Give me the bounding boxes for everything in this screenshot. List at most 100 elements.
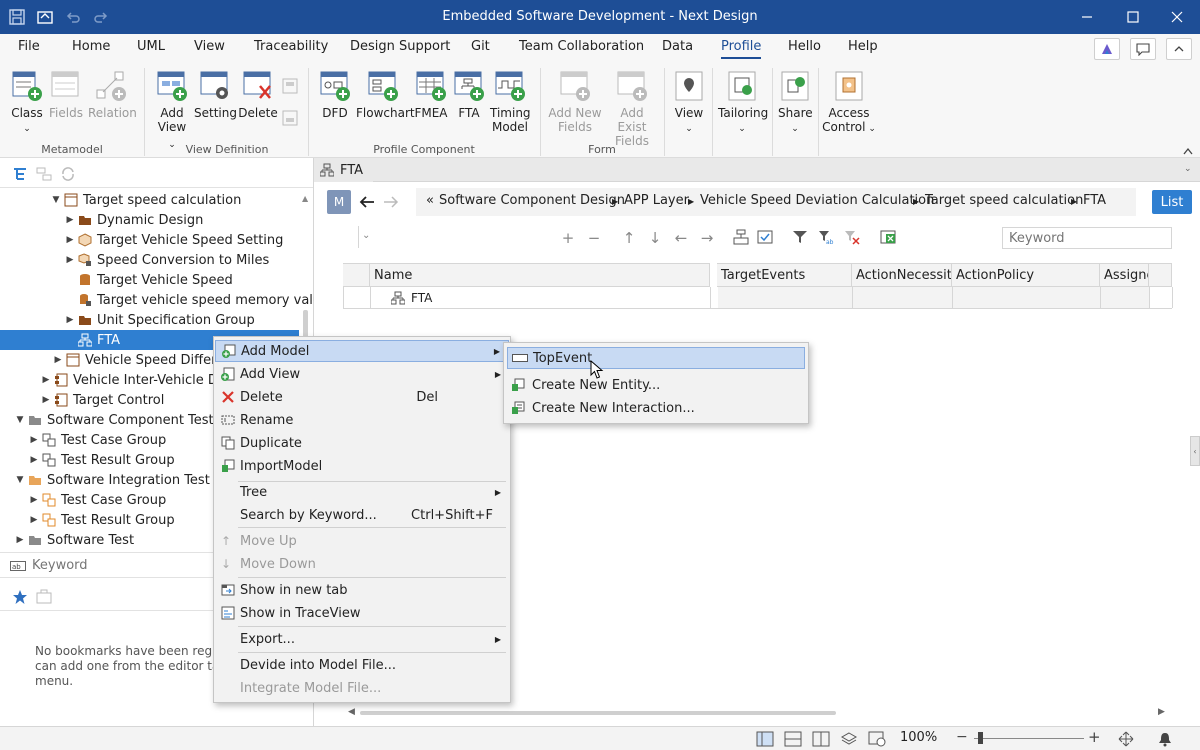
chevron-right-icon[interactable]: ▶ [64,315,76,325]
add-new-fields-button[interactable]: Add New Fields [548,70,602,134]
tree-item[interactable]: Target Vehicle Speed [76,270,233,290]
class-button[interactable]: Class ⌄ [9,70,45,136]
list-button[interactable]: List [1152,190,1192,214]
menu-item-search-by-keyword[interactable]: Search by Keyword... Ctrl+Shift+F [215,504,509,526]
scroll-right-icon[interactable]: ▶ [1158,707,1165,717]
menu-home[interactable]: Home [72,39,110,54]
menu-item-show-in-new-tab[interactable]: Show in new tab [215,579,509,601]
chevron-right-icon[interactable]: ▶ [40,375,52,385]
layout-vertical-icon[interactable] [812,731,830,747]
chevron-right-icon[interactable]: ▶ [28,455,40,465]
zoom-out-icon[interactable]: − [956,729,968,745]
menu-help[interactable]: Help [848,39,878,54]
grid-check-icon[interactable] [757,229,775,247]
breadcrumb-item[interactable]: Target speed calculation [925,193,1083,208]
tree-item[interactable]: ▶ Vehicle Speed Differe [52,350,225,370]
tree-item[interactable]: ▶ Test Case Group [28,430,167,450]
chevron-right-icon[interactable]: ▶ [28,495,40,505]
comment-button[interactable] [1130,38,1156,60]
submenu-item-create-new-entity[interactable]: Create New Entity... [507,374,805,396]
tree-item[interactable]: ▼ Target speed calculation [50,190,242,210]
back-arrow-icon[interactable] [357,192,377,212]
chevron-right-icon[interactable]: ▶ [40,395,52,405]
cell-targetevents[interactable] [718,287,853,308]
chevron-right-icon[interactable]: ▶ [28,515,40,525]
breadcrumb-item[interactable]: APP Layer [624,193,689,208]
column-header-assignee[interactable]: Assigne [1100,263,1149,287]
menu-item-delete[interactable]: Delete Del [215,386,509,408]
chevron-right-icon[interactable]: ▶ [14,535,26,545]
menu-hello[interactable]: Hello [788,39,821,54]
chevron-right-icon[interactable]: ▶ [28,435,40,445]
tree-item[interactable]: ▶ Test Result Group [28,510,175,530]
breadcrumb-item[interactable]: Software Component Design [439,193,625,208]
fields-button[interactable]: Fields [48,70,84,120]
menu-traceability[interactable]: Traceability [254,39,328,54]
submenu-item-topevent[interactable]: TopEvent [507,347,805,369]
share-button[interactable]: Share ⌄ [778,70,813,136]
cell-assignee[interactable] [1101,287,1150,308]
breadcrumb-overflow[interactable]: « [426,193,434,208]
tree-item[interactable]: ▶ Target Vehicle Speed Setting [64,230,284,250]
layers-icon[interactable] [840,731,858,747]
tab-fta[interactable]: FTA [314,158,374,182]
relation-button[interactable]: Relation [88,70,137,120]
menu-item-move-down[interactable]: ↓ Move Down [215,553,509,575]
menu-item-duplicate[interactable]: Duplicate [215,432,509,454]
tree-item[interactable]: ▶ Test Case Group [28,490,167,510]
assistant-button[interactable] [1094,38,1120,60]
menu-team-collaboration[interactable]: Team Collaboration [519,39,644,54]
breadcrumb-item-current[interactable]: FTA [1083,193,1106,208]
tree-item[interactable]: ▶ Test Result Group [28,450,175,470]
setting-button[interactable]: Setting [194,70,237,120]
scroll-left-icon[interactable]: ◀ [348,707,355,717]
horizontal-scrollbar[interactable] [360,711,836,715]
hierarchy-view-icon[interactable] [36,166,52,182]
chevron-right-icon[interactable]: ▶ [64,235,76,245]
layout-horizontal-icon[interactable] [784,731,802,747]
menu-item-move-up[interactable]: ↑ Move Up [215,530,509,552]
delete-view-button[interactable]: Delete [238,70,278,120]
forward-arrow-icon[interactable] [381,192,401,212]
add-exist-fields-button[interactable]: Add Exist Fields [604,70,660,148]
menu-file[interactable]: File [18,39,40,54]
tree-item[interactable]: ▶ Software Test [14,530,135,550]
menu-item-import-model[interactable]: ImportModel [215,455,509,477]
notification-bell-icon[interactable] [1158,731,1172,747]
tree-item[interactable]: ▶ Vehicle Inter-Vehicle Di [40,370,222,390]
zoom-slider[interactable] [974,738,1084,739]
tree-item[interactable]: Target vehicle speed memory valu [76,290,321,310]
side-panel-toggle-icon[interactable]: ‹ [1190,436,1200,466]
layout-single-icon[interactable] [756,731,774,747]
menu-item-tree[interactable]: Tree ▶ [215,481,509,503]
indent-icon[interactable]: → [698,229,716,247]
column-header-targetevents[interactable]: TargetEvents [717,263,852,287]
access-control-button[interactable]: Access Control ⌄ [822,70,876,136]
export-excel-icon[interactable] [880,229,898,247]
column-header-actionpolicy[interactable]: ActionPolicy [952,263,1100,287]
menu-item-integrate-model-file[interactable]: Integrate Model File... [215,677,509,699]
zoom-in-icon[interactable]: + [1088,728,1101,746]
menu-item-devide-into-model-file[interactable]: Devide into Model File... [215,654,509,676]
view-selector-chevron-icon[interactable]: ⌄ [358,226,372,248]
move-up-icon[interactable]: ↑ [620,229,638,247]
tree-item[interactable]: ▶ Dynamic Design [64,210,204,230]
tree-item[interactable]: ▶ Target Control [40,390,165,410]
minimize-button[interactable] [1064,0,1110,34]
filter-keyword-icon[interactable]: ab [818,229,836,247]
tree-item[interactable]: ▶ Speed Conversion to Miles [64,250,270,270]
fmea-button[interactable]: FMEA [414,70,448,120]
clear-filter-icon[interactable] [844,229,862,247]
menu-item-add-view[interactable]: Add View ▶ [215,363,509,385]
tree-item[interactable]: ▼ Software Component Test [14,410,214,430]
close-button[interactable] [1154,0,1200,34]
editor-keyword-input[interactable] [1002,227,1172,249]
view-extra-2-icon[interactable] [282,110,298,126]
tree-view-icon[interactable] [12,166,28,182]
hierarchy-icon[interactable] [733,229,751,247]
ribbon-collapse-icon[interactable] [1182,146,1194,156]
column-header-name[interactable]: Name [370,263,710,287]
cell-actionnecessity[interactable] [853,287,953,308]
dfd-button[interactable]: DFD [318,70,352,120]
chevron-right-icon[interactable]: ▶ [64,215,76,225]
